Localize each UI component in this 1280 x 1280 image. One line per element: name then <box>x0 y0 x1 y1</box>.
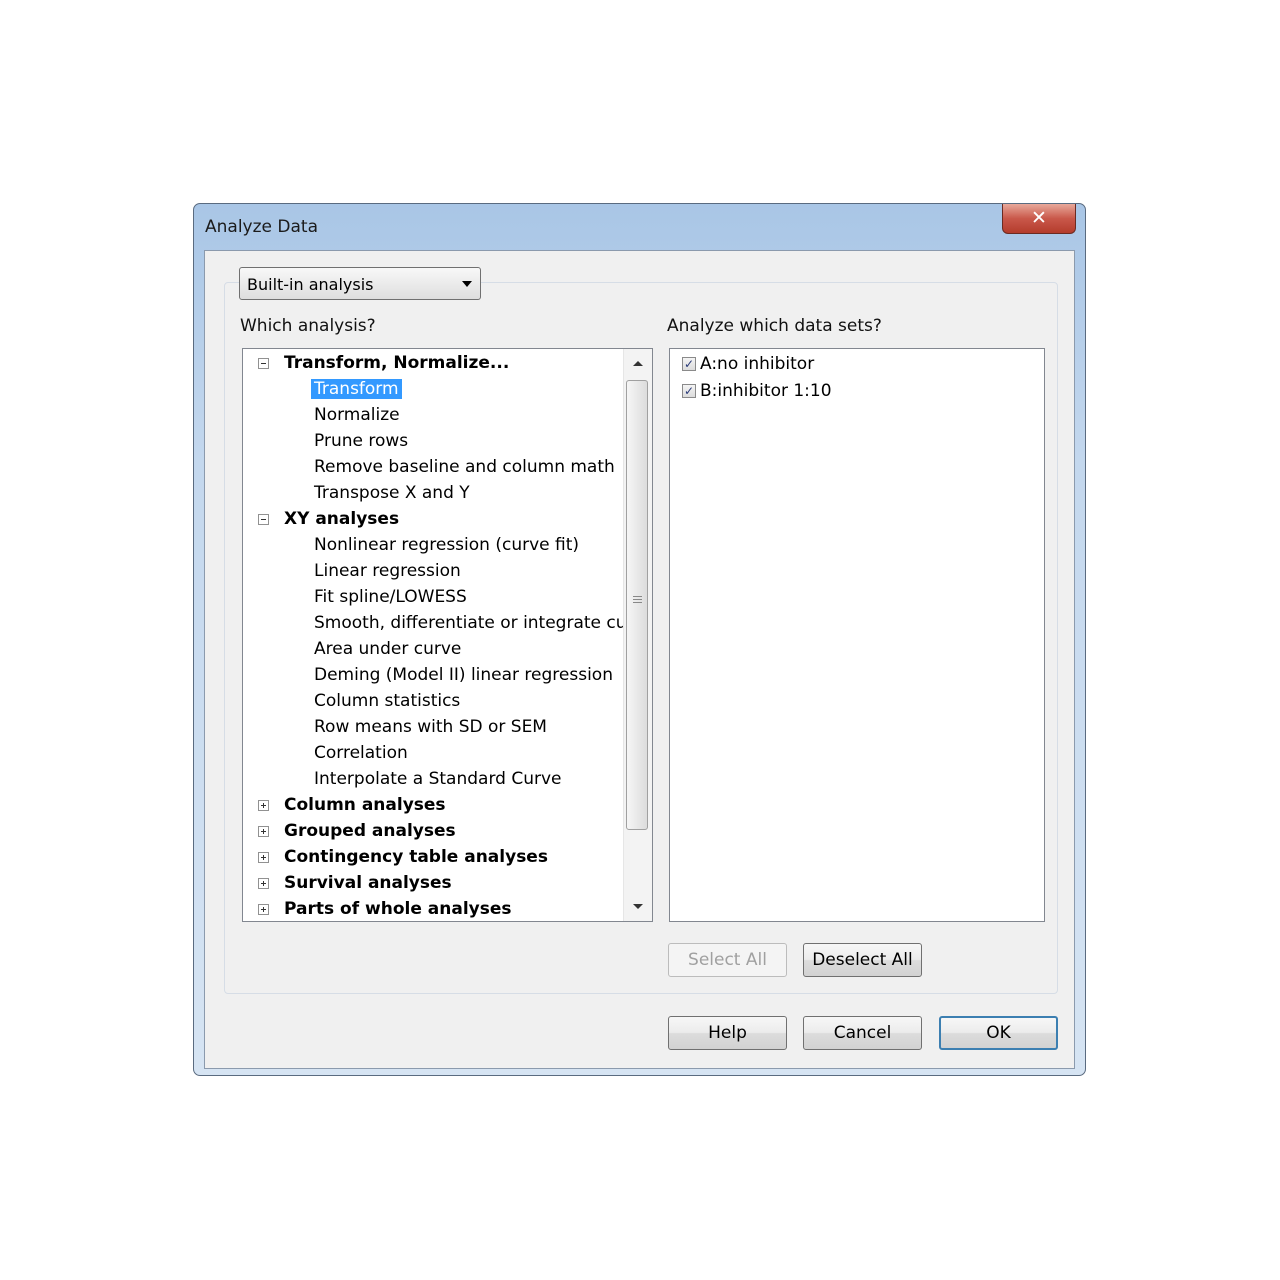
tree-item-label: Normalize <box>314 405 400 425</box>
expand-icon[interactable] <box>258 826 269 837</box>
checkbox-icon[interactable]: ✓ <box>682 384 696 398</box>
dataset-label: A:no inhibitor <box>700 354 815 374</box>
analyze-data-dialog: Analyze Data ✕ Built-in analysis Which a… <box>193 203 1086 1076</box>
cancel-button[interactable]: Cancel <box>803 1016 922 1050</box>
grip-line <box>633 602 642 603</box>
tree-item-label: Smooth, differentiate or integrate curve <box>314 613 653 633</box>
tree-item-label: Remove baseline and column math <box>314 457 615 477</box>
tree-category-label: Transform, Normalize... <box>284 353 510 373</box>
collapse-icon[interactable] <box>258 514 269 525</box>
tree-item-label: Deming (Model II) linear regression <box>314 665 613 685</box>
tree-item[interactable]: Nonlinear regression (curve fit) <box>314 532 579 558</box>
tree-item-label: Nonlinear regression (curve fit) <box>314 535 580 555</box>
analysis-tree[interactable]: Transform, Normalize... Transform Normaliz… <box>242 348 653 922</box>
expand-icon[interactable] <box>258 904 269 915</box>
dialog-body: Built-in analysis Which analysis? Analyz… <box>204 250 1075 1069</box>
window-title: Analyze Data <box>205 217 318 237</box>
scroll-up-icon[interactable] <box>633 361 643 366</box>
expand-icon[interactable] <box>258 800 269 811</box>
scroll-down-icon[interactable] <box>633 904 643 909</box>
tree-item[interactable]: Row means with SD or SEM <box>314 714 547 740</box>
tree-item[interactable]: Interpolate a Standard Curve <box>314 766 561 792</box>
tree-item-label: Correlation <box>314 743 408 763</box>
datasets-list[interactable]: ✓ A:no inhibitor ✓ B:inhibitor 1:10 <box>669 348 1045 922</box>
dataset-item[interactable]: ✓ B:inhibitor 1:10 <box>682 379 832 403</box>
title-bar[interactable]: Analyze Data ✕ <box>194 204 1085 250</box>
dropdown-arrow-icon <box>462 281 472 287</box>
tree-category-label: Contingency table analyses <box>284 847 548 867</box>
analysis-type-dropdown[interactable]: Built-in analysis <box>239 267 481 300</box>
tree-item[interactable]: Correlation <box>314 740 408 766</box>
help-button[interactable]: Help <box>668 1016 787 1050</box>
tree-item-label: Fit spline/LOWESS <box>314 587 467 607</box>
tree-item-label: Prune rows <box>314 431 409 451</box>
which-datasets-label: Analyze which data sets? <box>667 316 882 336</box>
scroll-thumb[interactable] <box>626 380 648 830</box>
tree-category-label: Survival analyses <box>284 873 452 893</box>
collapse-icon[interactable] <box>258 358 269 369</box>
tree-item-label: Linear regression <box>314 561 461 581</box>
analysis-type-value: Built-in analysis <box>247 275 374 294</box>
tree-category-label: Grouped analyses <box>284 821 456 841</box>
tree-item[interactable]: Fit spline/LOWESS <box>314 584 467 610</box>
tree-item[interactable]: Remove baseline and column math <box>314 454 615 480</box>
tree-item[interactable]: Normalize <box>314 402 400 428</box>
dataset-item[interactable]: ✓ A:no inhibitor <box>682 352 814 376</box>
tree-category-label: XY analyses <box>284 509 400 529</box>
tree-category-label: Column analyses <box>284 795 446 815</box>
tree-item[interactable]: Transform <box>311 376 402 402</box>
close-icon: ✕ <box>1031 207 1047 229</box>
deselect-all-button[interactable]: Deselect All <box>803 943 922 977</box>
tree-item-label: Area under curve <box>314 639 462 659</box>
dataset-label: B:inhibitor 1:10 <box>700 381 832 401</box>
tree-item-label: Interpolate a Standard Curve <box>314 769 562 789</box>
tree-item[interactable]: Prune rows <box>314 428 408 454</box>
tree-item[interactable]: Smooth, differentiate or integrate curve <box>314 610 653 636</box>
select-all-button[interactable]: Select All <box>668 943 787 977</box>
tree-item[interactable]: Deming (Model II) linear regression <box>314 662 613 688</box>
tree-item[interactable]: Transpose X and Y <box>314 480 470 506</box>
grip-line <box>633 599 642 600</box>
checkbox-icon[interactable]: ✓ <box>682 357 696 371</box>
tree-item[interactable]: Linear regression <box>314 558 461 584</box>
tree-category-label: Parts of whole analyses <box>284 899 512 919</box>
tree-vertical-scrollbar[interactable] <box>623 349 652 921</box>
which-analysis-label: Which analysis? <box>240 316 376 336</box>
ok-button[interactable]: OK <box>939 1016 1058 1050</box>
close-button[interactable]: ✕ <box>1002 204 1076 234</box>
expand-icon[interactable] <box>258 852 269 863</box>
grip-line <box>633 596 642 597</box>
tree-item-label: Transpose X and Y <box>314 483 470 503</box>
tree-item[interactable]: Column statistics <box>314 688 460 714</box>
tree-item[interactable]: Area under curve <box>314 636 461 662</box>
tree-item-label: Column statistics <box>314 691 461 711</box>
tree-item-label: Transform <box>311 379 402 399</box>
expand-icon[interactable] <box>258 878 269 889</box>
tree-item-label: Row means with SD or SEM <box>314 717 547 737</box>
